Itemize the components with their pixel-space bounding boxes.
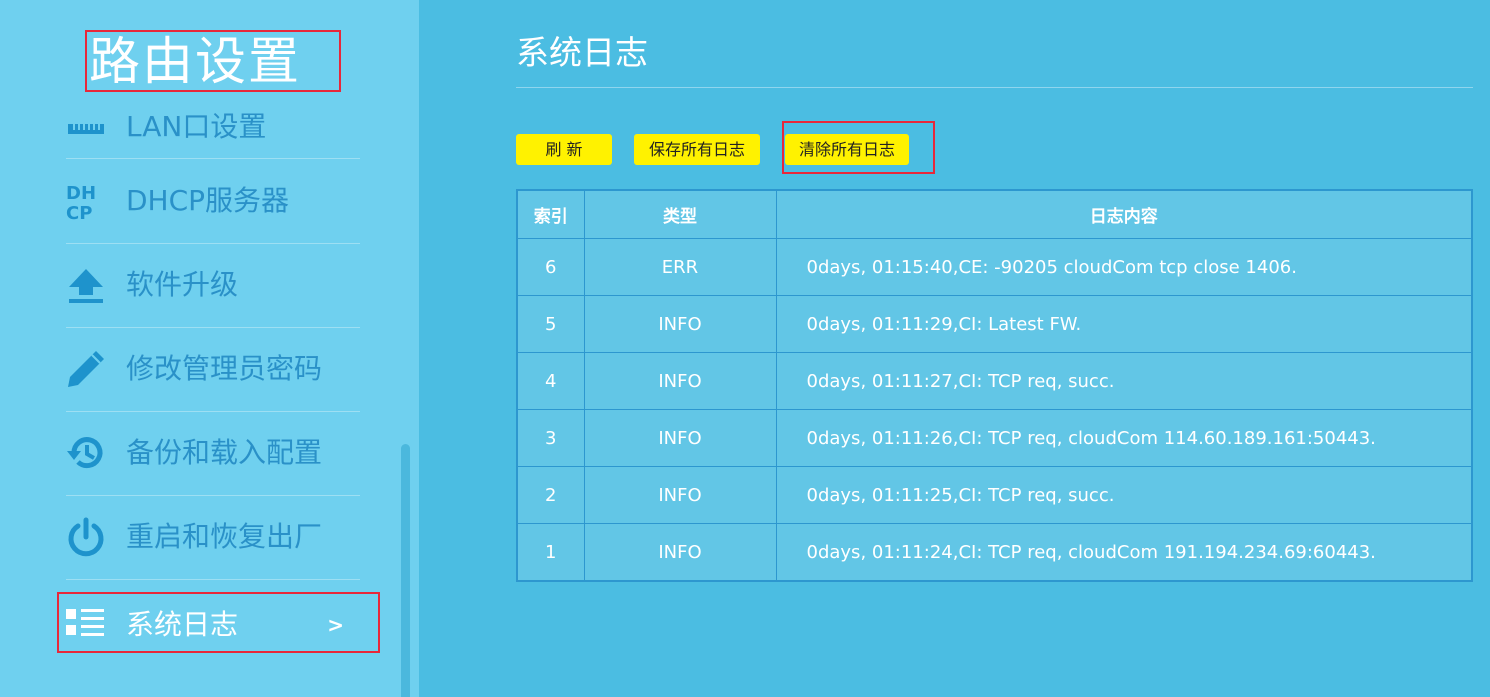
page-title: 系统日志 — [516, 33, 648, 72]
log-content: 0days, 01:11:26,CI: TCP req, cloudCom 11… — [775, 409, 1473, 467]
pencil-icon — [66, 349, 106, 389]
dhcp-icon: DH CP — [66, 181, 106, 224]
log-type: INFO — [583, 523, 777, 582]
log-table: 索引 类型 日志内容 6 ERR 0days, 01:15:40,CE: -90… — [516, 189, 1473, 582]
sidebar-item-dhcp[interactable]: DH CP DHCP服务器 — [66, 159, 360, 244]
title-divider — [516, 87, 1473, 88]
history-icon — [66, 433, 106, 473]
sidebar-item-reboot[interactable]: 重启和恢复出厂 — [66, 495, 360, 580]
sidebar-title: 路由设置 — [89, 33, 302, 92]
save-all-logs-button[interactable]: 保存所有日志 — [634, 134, 760, 165]
log-type: INFO — [583, 295, 777, 353]
table-row: 2 INFO 0days, 01:11:25,CI: TCP req, succ… — [516, 466, 1473, 524]
sidebar-item-upgrade[interactable]: 软件升级 — [66, 243, 360, 328]
column-header-index: 索引 — [516, 189, 585, 239]
log-content: 0days, 01:11:24,CI: TCP req, cloudCom 19… — [775, 523, 1473, 582]
log-index: 5 — [516, 295, 585, 353]
sidebar-scrollbar[interactable] — [401, 444, 410, 697]
sidebar-item-label: 修改管理员密码 — [126, 352, 323, 385]
table-row: 3 INFO 0days, 01:11:26,CI: TCP req, clou… — [516, 409, 1473, 467]
log-content: 0days, 01:11:25,CI: TCP req, succ. — [775, 466, 1473, 524]
power-icon — [66, 517, 106, 557]
table-row: 5 INFO 0days, 01:11:29,CI: Latest FW. — [516, 295, 1473, 353]
log-content: 0days, 01:15:40,CE: -90205 cloudCom tcp … — [775, 238, 1473, 296]
sidebar-item-backup[interactable]: 备份和载入配置 — [66, 411, 360, 496]
sidebar-item-label: 软件升级 — [126, 268, 239, 301]
active-item-highlight-box — [57, 592, 380, 653]
clear-button-highlight-box — [782, 121, 935, 174]
sidebar-item-label: LAN口设置 — [126, 110, 267, 143]
table-row: 4 INFO 0days, 01:11:27,CI: TCP req, succ… — [516, 352, 1473, 410]
column-header-type: 类型 — [583, 189, 777, 239]
log-type: INFO — [583, 409, 777, 467]
lan-port-icon — [66, 118, 106, 158]
sidebar-item-password[interactable]: 修改管理员密码 — [66, 327, 360, 412]
refresh-button[interactable]: 刷 新 — [516, 134, 612, 165]
log-index: 4 — [516, 352, 585, 410]
log-content: 0days, 01:11:29,CI: Latest FW. — [775, 295, 1473, 353]
log-index: 3 — [516, 409, 585, 467]
sidebar-item-label: 重启和恢复出厂 — [126, 520, 323, 553]
table-row: 1 INFO 0days, 01:11:24,CI: TCP req, clou… — [516, 523, 1473, 582]
column-header-content: 日志内容 — [775, 189, 1473, 239]
log-type: INFO — [583, 352, 777, 410]
log-type: ERR — [583, 238, 777, 296]
log-type: INFO — [583, 466, 777, 524]
log-index: 2 — [516, 466, 585, 524]
svg-text:CP: CP — [66, 203, 92, 221]
sidebar: LAN口设置 DH CP DHCP服务器 软件升级 修改管理员密码 备份和载入配… — [0, 0, 419, 697]
log-index: 1 — [516, 523, 585, 582]
main-content: 系统日志 刷 新 保存所有日志 清除所有日志 索引 类型 日志内容 6 ERR … — [419, 0, 1490, 697]
sidebar-item-label: 备份和载入配置 — [126, 436, 323, 469]
log-index: 6 — [516, 238, 585, 296]
table-row: 6 ERR 0days, 01:15:40,CE: -90205 cloudCo… — [516, 238, 1473, 296]
upload-icon — [66, 265, 106, 305]
table-header-row: 索引 类型 日志内容 — [516, 189, 1473, 239]
log-content: 0days, 01:11:27,CI: TCP req, succ. — [775, 352, 1473, 410]
svg-text:DH: DH — [66, 183, 96, 204]
sidebar-item-label: DHCP服务器 — [126, 184, 290, 217]
